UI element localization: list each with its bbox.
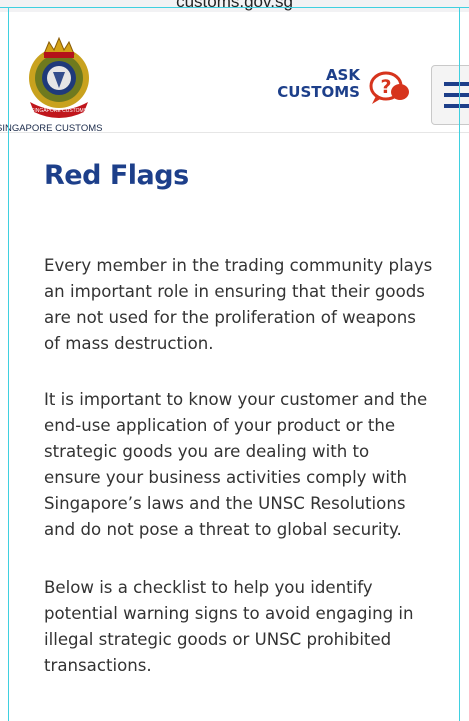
hamburger-menu-button[interactable] — [431, 65, 469, 125]
browser-url-bar[interactable]: customs.gov.sg — [0, 0, 469, 12]
logo-caption: SINGAPORE CUSTOMS — [0, 123, 103, 134]
checklist-intro-paragraph: Below is a checklist to help you identif… — [44, 575, 449, 679]
text-line: and do not pose a threat to global secur… — [44, 520, 402, 539]
ask-line-1: ASK — [325, 66, 360, 84]
intro-paragraph: Every member in the trading community pl… — [44, 253, 449, 357]
ask-customs-link[interactable]: ASK CUSTOMS ? — [277, 67, 418, 117]
selection-border-top — [0, 7, 469, 8]
text-line: transactions. — [44, 656, 152, 675]
selection-border-left — [8, 7, 9, 721]
svg-text:SINGAPORE CUSTOMS: SINGAPORE CUSTOMS — [31, 108, 88, 114]
question-speech-bubble-icon: ? — [369, 71, 409, 104]
know-your-customer-paragraph: It is important to know your customer an… — [44, 387, 449, 543]
text-line: Every member in the trading community pl… — [44, 256, 433, 275]
menu-bar-top — [444, 82, 469, 86]
text-line: Singapore’s laws and the UNSC Resolution… — [44, 494, 406, 513]
text-line: It is important to know your customer an… — [44, 390, 428, 409]
url-text: customs.gov.sg — [176, 0, 293, 11]
main-content: Red Flags Every member in the trading co… — [44, 160, 454, 675]
text-line: Below is a checklist to help you identif… — [44, 578, 373, 597]
ask-icon-glyph: ? — [380, 76, 391, 98]
text-line: ensure your business activities comply w… — [44, 468, 407, 487]
page-title: Red Flags — [44, 160, 189, 191]
singapore-customs-crest-icon: SINGAPORE CUSTOMS — [29, 36, 89, 118]
text-line: potential warning signs to avoid engagin… — [44, 604, 414, 623]
text-line: end-use application of your product or t… — [44, 416, 396, 435]
site-header: SINGAPORE CUSTOMS SINGAPORE CUSTOMS ASK … — [0, 12, 469, 134]
ask-customs-label: ASK CUSTOMS — [277, 67, 360, 101]
menu-bar-bottom — [444, 104, 469, 108]
text-line: illegal strategic goods or UNSC prohibit… — [44, 630, 392, 649]
selection-border-right — [459, 7, 460, 721]
text-line: of mass destruction. — [44, 334, 214, 353]
text-line: are not used for the proliferation of we… — [44, 308, 416, 327]
text-line: an important role in ensuring that their… — [44, 282, 425, 301]
ask-line-2: CUSTOMS — [277, 83, 360, 101]
logo[interactable]: SINGAPORE CUSTOMS SINGAPORE CUSTOMS — [0, 32, 120, 134]
menu-bar-middle — [444, 93, 469, 97]
text-line: strategic goods you are dealing with to — [44, 442, 370, 461]
page: customs.gov.sg SINGAPORE CUSTOMS SINGAPO… — [0, 0, 469, 721]
